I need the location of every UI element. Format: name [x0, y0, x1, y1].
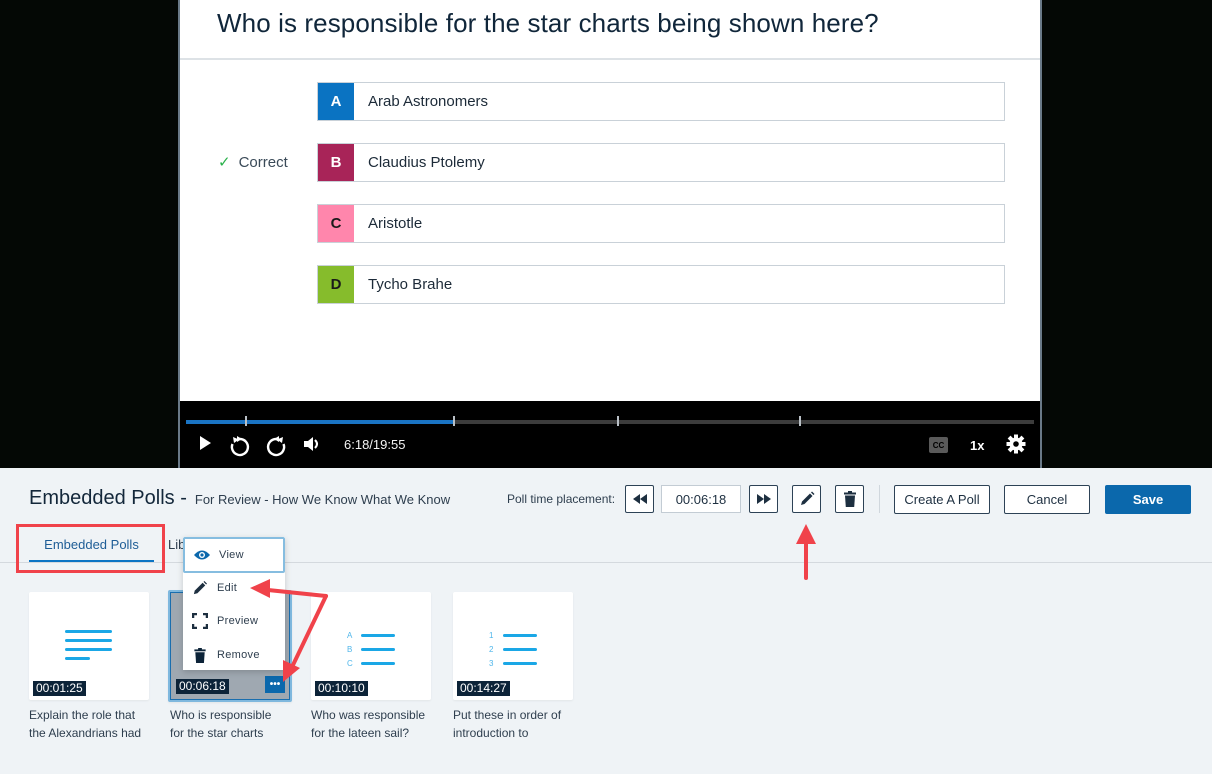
caption-line: Who was responsible — [311, 708, 426, 722]
answer-letter: D — [318, 266, 354, 303]
list-marker: A — [347, 630, 353, 640]
video-player: Who is responsible for the star charts b… — [0, 0, 1212, 468]
fast-forward-icon — [756, 494, 771, 504]
correct-label: Correct — [238, 153, 288, 171]
question-divider — [180, 58, 1040, 60]
menu-item-label: Preview — [217, 615, 259, 627]
fast-forward-icon[interactable] — [265, 435, 287, 457]
menu-item-view[interactable]: View — [183, 537, 285, 573]
play-icon[interactable] — [198, 435, 212, 451]
playback-speed-button[interactable]: 1x — [970, 438, 984, 453]
save-button[interactable]: Save — [1105, 485, 1191, 514]
menu-item-label: View — [219, 549, 244, 561]
page-title: Embedded Polls - — [29, 487, 187, 509]
pencil-icon — [800, 491, 814, 505]
answer-letter: A — [318, 83, 354, 120]
poll-timestamp: 00:01:25 — [33, 681, 86, 696]
correct-indicator: ✓ Correct — [218, 153, 288, 172]
move-poll-back-button[interactable] — [625, 485, 654, 513]
edit-poll-button[interactable] — [792, 485, 821, 513]
menu-item-preview[interactable]: Preview — [183, 604, 285, 638]
cancel-button[interactable]: Cancel — [1004, 485, 1090, 514]
answer-letter: B — [318, 144, 354, 181]
more-options-button[interactable]: ••• — [265, 676, 285, 693]
poll-caption: Put these in order of introduction to — [453, 706, 578, 742]
media-title: For Review - How We Know What We Know — [194, 492, 451, 507]
poll-marker[interactable] — [452, 416, 455, 426]
answer-option-c[interactable]: C Aristotle — [317, 204, 1005, 243]
poll-context-menu: View Edit Preview Remove — [183, 537, 285, 670]
cc-label: CC — [932, 440, 945, 450]
toolbar-divider — [879, 485, 880, 513]
move-poll-forward-button[interactable] — [749, 485, 778, 513]
answer-letter: C — [318, 205, 354, 242]
multiple-choice-poll-icon: A B C — [347, 629, 395, 671]
poll-timestamp: 00:10:10 — [315, 681, 368, 696]
caption-line: for the star charts — [170, 726, 264, 740]
pencil-icon — [191, 581, 209, 595]
poll-timestamp: 00:14:27 — [457, 681, 510, 696]
list-marker: B — [347, 644, 353, 654]
answer-option-d[interactable]: D Tycho Brahe — [317, 265, 1005, 304]
poll-caption: Who is responsible for the star charts — [170, 706, 295, 742]
time-readout: 6:18/19:55 — [344, 437, 406, 452]
answer-text: Tycho Brahe — [368, 276, 453, 293]
poll-caption: Who was responsible for the lateen sail? — [311, 706, 436, 742]
answer-text: Arab Astronomers — [368, 93, 489, 110]
menu-item-edit[interactable]: Edit — [183, 571, 285, 605]
caption-line: Who is responsible — [170, 708, 272, 722]
poll-card[interactable]: 00:01:25 — [29, 592, 149, 700]
caption-line: introduction to — [453, 726, 529, 740]
poll-slide: Who is responsible for the star charts b… — [180, 0, 1040, 401]
poll-caption: Explain the role that the Alexandrians h… — [29, 706, 154, 742]
caption-line: Put these in order of — [453, 708, 562, 722]
poll-marker[interactable] — [798, 416, 801, 426]
answer-option-b[interactable]: B Claudius Ptolemy — [317, 143, 1005, 182]
tabs-divider — [0, 562, 1212, 563]
fullscreen-icon — [191, 613, 209, 629]
answer-text: Claudius Ptolemy — [368, 154, 485, 171]
annotation-highlight-box — [16, 524, 165, 573]
eye-icon — [193, 549, 211, 561]
open-text-poll-icon — [65, 630, 112, 666]
menu-item-label: Edit — [217, 582, 238, 594]
create-poll-button[interactable]: Create A Poll — [894, 485, 990, 514]
poll-marker[interactable] — [245, 416, 248, 426]
seek-bar-progress — [186, 420, 454, 424]
closed-captions-button[interactable]: CC — [929, 437, 948, 453]
list-marker: C — [347, 658, 353, 668]
poll-question: Who is responsible for the star charts b… — [217, 8, 879, 38]
caption-line: for the lateen sail? — [311, 726, 410, 740]
delete-poll-button[interactable] — [835, 485, 864, 513]
list-marker: 3 — [489, 658, 494, 668]
caption-line: the Alexandrians had — [29, 726, 142, 740]
answer-option-a[interactable]: A Arab Astronomers — [317, 82, 1005, 121]
settings-gear-icon[interactable] — [1006, 434, 1026, 454]
arrow-to-edit-button — [796, 524, 816, 580]
volume-icon[interactable] — [303, 435, 321, 453]
player-controls: 6:18/19:55 CC 1x — [180, 401, 1040, 468]
trash-icon — [843, 491, 856, 507]
rewind-icon — [632, 494, 647, 504]
poll-card[interactable]: 1 2 3 00:14:27 — [453, 592, 573, 700]
rewind-icon[interactable] — [229, 435, 251, 457]
seek-bar[interactable] — [186, 416, 1034, 426]
list-marker: 1 — [489, 630, 494, 640]
poll-marker[interactable] — [616, 416, 619, 426]
poll-card[interactable]: A B C 00:10:10 — [311, 592, 431, 700]
menu-item-label: Remove — [217, 649, 260, 661]
trash-icon — [191, 647, 209, 663]
poll-time-input[interactable] — [661, 485, 741, 513]
menu-item-remove[interactable]: Remove — [183, 638, 285, 672]
ordering-poll-icon: 1 2 3 — [489, 629, 537, 671]
editor-heading: Embedded Polls - For Review - How We Kno… — [29, 487, 450, 510]
poll-time-placement-label: Poll time placement: — [507, 492, 616, 506]
list-marker: 2 — [489, 644, 494, 654]
poll-timestamp: 00:06:18 — [176, 679, 229, 694]
answer-text: Aristotle — [368, 215, 423, 232]
caption-line: Explain the role that — [29, 708, 136, 722]
check-icon: ✓ — [218, 154, 231, 171]
